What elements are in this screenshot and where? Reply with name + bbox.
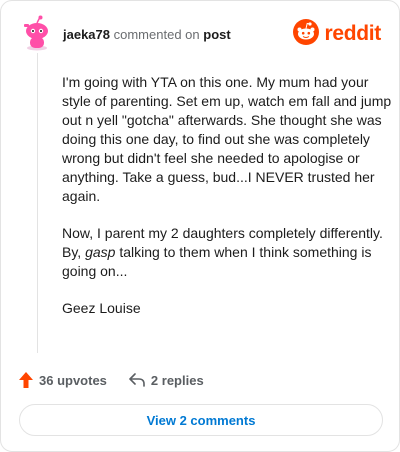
reddit-logo[interactable]: reddit: [293, 18, 381, 50]
view-comments-button[interactable]: View 2 comments: [19, 404, 383, 436]
username-link[interactable]: jaeka78: [63, 27, 110, 42]
replies-count: 2 replies: [150, 372, 204, 388]
upvote-button[interactable]: 36 upvotes: [19, 372, 107, 388]
upvote-count: 36 upvotes: [39, 372, 107, 388]
comment-paragraph: Now, I parent my 2 daughters completely …: [62, 224, 392, 281]
post-link[interactable]: post: [203, 27, 230, 42]
reddit-logo-text: reddit: [324, 22, 381, 45]
thread-line: [37, 53, 38, 353]
reply-arrow-icon: [129, 373, 145, 387]
comment-meta: jaeka78 commented on post: [63, 27, 231, 43]
reddit-logo-icon: [293, 18, 320, 50]
upvote-arrow-icon: [19, 372, 33, 388]
replies-button[interactable]: 2 replies: [129, 373, 204, 388]
comment-body: I'm going with YTA on this one. My mum h…: [62, 73, 392, 336]
comment-paragraph: Geez Louise: [62, 300, 141, 316]
comment-card: jaeka78 commented on post reddit I'm goi…: [0, 0, 400, 452]
comment-actions: 36 upvotes 2 replies: [19, 370, 204, 390]
comment-header: jaeka78 commented on post reddit: [19, 15, 381, 53]
snoo-avatar-icon[interactable]: [19, 15, 55, 51]
action-text: commented on: [113, 27, 200, 42]
comment-paragraph: I'm going with YTA on this one. My mum h…: [62, 74, 392, 204]
comment-emphasis: gasp: [85, 244, 116, 260]
